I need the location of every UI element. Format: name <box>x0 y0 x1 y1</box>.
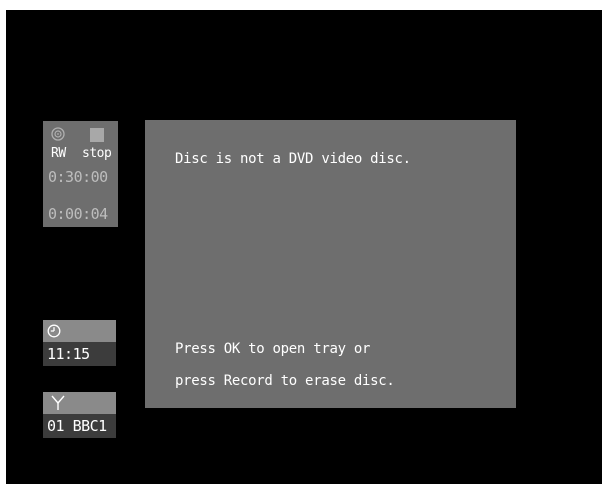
clock-time: 11:15 <box>47 345 90 363</box>
disc-status-panel: RW stop 0:30:00 0:00:04 <box>43 121 118 227</box>
channel-icon-strip <box>43 392 116 414</box>
disc-icon <box>51 127 65 141</box>
message-title: Disc is not a DVD video disc. <box>175 151 411 167</box>
channel-name-strip: 01 BBC1 <box>43 414 116 438</box>
disc-type-label: RW <box>51 146 66 161</box>
clock-time-strip: 11:15 <box>43 342 116 366</box>
total-time: 0:30:00 <box>48 168 108 186</box>
message-instruction-line1: Press OK to open tray or <box>175 341 371 357</box>
clock-icon <box>47 324 61 338</box>
antenna-icon <box>51 395 65 410</box>
stop-icon <box>90 128 104 142</box>
elapsed-time: 0:00:04 <box>48 205 108 223</box>
clock-icon-strip <box>43 320 116 342</box>
channel-name: 01 BBC1 <box>47 417 107 435</box>
message-instruction-line2: press Record to erase disc. <box>175 373 395 389</box>
message-dialog: Disc is not a DVD video disc. Press OK t… <box>145 120 516 408</box>
play-state-label: stop <box>82 146 112 161</box>
